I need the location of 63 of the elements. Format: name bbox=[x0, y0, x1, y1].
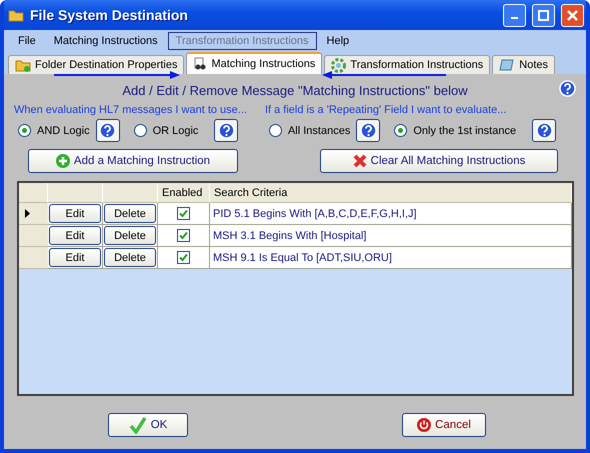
checkbox[interactable] bbox=[177, 251, 190, 264]
option-label: All Instances bbox=[288, 124, 350, 136]
help-icon bbox=[360, 122, 377, 139]
cancel-button[interactable]: Cancel bbox=[402, 413, 486, 437]
checkmark-icon bbox=[128, 416, 147, 434]
plus-icon bbox=[56, 154, 70, 168]
help-icon bbox=[99, 122, 116, 139]
delete-button[interactable]: Delete bbox=[104, 204, 156, 223]
help-button[interactable] bbox=[96, 119, 120, 142]
add-instruction-button[interactable]: Add a Matching Instruction bbox=[28, 149, 238, 173]
radio-button[interactable] bbox=[18, 124, 31, 137]
menu-item[interactable]: Help bbox=[318, 32, 358, 50]
current-row-icon bbox=[25, 209, 30, 218]
tab[interactable]: Folder Destination Properties bbox=[8, 55, 184, 74]
window-title: File System Destination bbox=[30, 7, 189, 23]
edit-button[interactable]: Edit bbox=[49, 204, 101, 223]
group-caption: If a field is a 'Repeating' Field I want to evaluate... bbox=[264, 104, 508, 116]
help-icon bbox=[559, 80, 576, 97]
notepad-icon bbox=[499, 58, 516, 72]
help-button[interactable] bbox=[356, 119, 380, 142]
group-caption: When evaluating HL7 messages I want to use... bbox=[14, 104, 247, 116]
help-icon bbox=[536, 122, 553, 139]
power-icon bbox=[417, 418, 432, 432]
maximize-icon bbox=[538, 10, 549, 20]
radio-button[interactable] bbox=[394, 124, 408, 137]
checkbox[interactable] bbox=[177, 207, 190, 220]
close-icon bbox=[567, 10, 578, 20]
help-icon bbox=[218, 122, 235, 139]
table-cell: PID 5.1 Begins With [A,B,C,D,E,F,G,H,I,J] bbox=[210, 203, 572, 225]
table-cell: MSH 3.1 Begins With [Hospital] bbox=[210, 225, 572, 247]
delete-button[interactable]: Delete bbox=[104, 226, 156, 245]
maximize-button[interactable] bbox=[532, 4, 555, 26]
menu-item[interactable]: Matching Instructions bbox=[46, 32, 166, 50]
help-button[interactable] bbox=[214, 119, 238, 142]
gear-icon bbox=[331, 58, 346, 72]
column-header: Enabled bbox=[158, 183, 210, 203]
header-corner bbox=[19, 183, 48, 203]
option-label: AND Logic bbox=[37, 124, 90, 136]
menu-item[interactable]: File bbox=[10, 32, 44, 50]
option-label: Only the 1st instance bbox=[413, 124, 516, 136]
section-heading: Add / Edit / Remove Message "Matching Instructions" below bbox=[122, 82, 468, 98]
radio-button[interactable] bbox=[134, 124, 147, 137]
radio-button[interactable] bbox=[268, 124, 282, 137]
minimize-button[interactable] bbox=[503, 4, 526, 26]
edit-button[interactable]: Edit bbox=[49, 248, 101, 267]
checkbox[interactable] bbox=[177, 229, 190, 242]
tab[interactable]: Matching Instructions bbox=[186, 52, 322, 74]
clear-all-button[interactable]: Clear All Matching Instructions bbox=[320, 149, 558, 173]
folder-icon bbox=[15, 58, 31, 72]
ok-button[interactable]: OK bbox=[108, 413, 188, 437]
tab[interactable]: Transformation Instructions bbox=[324, 55, 490, 74]
folder-icon bbox=[8, 8, 24, 22]
tab[interactable]: Notes bbox=[492, 55, 556, 74]
option-label: OR Logic bbox=[152, 124, 198, 136]
row-header[interactable] bbox=[19, 203, 48, 225]
cross-icon bbox=[352, 154, 367, 168]
close-button[interactable] bbox=[561, 4, 584, 26]
delete-button[interactable]: Delete bbox=[104, 248, 156, 267]
edit-button[interactable]: Edit bbox=[49, 226, 101, 245]
binoculars-icon bbox=[193, 57, 208, 71]
help-button[interactable] bbox=[532, 119, 556, 142]
column-header: Search Criteria bbox=[210, 183, 572, 203]
table-cell: MSH 9.1 Is Equal To [ADT,SIU,ORU] bbox=[210, 247, 572, 269]
